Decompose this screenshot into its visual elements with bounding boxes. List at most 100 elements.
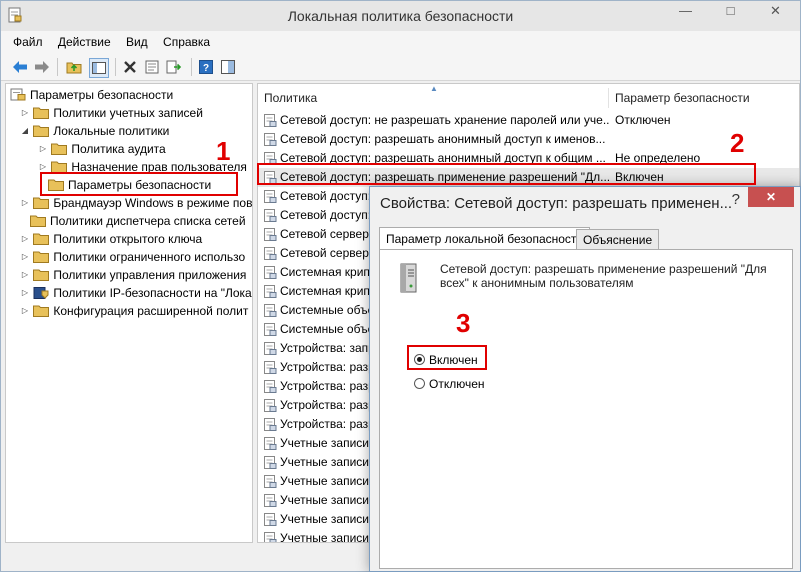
policy-icon xyxy=(264,285,277,298)
column-header-setting[interactable]: Параметр безопасности xyxy=(608,88,768,108)
forward-arrow-icon[interactable] xyxy=(33,58,51,76)
help-icon[interactable]: ? xyxy=(197,58,215,76)
tree-item-audit-policy[interactable]: ▷ Политика аудита xyxy=(38,140,166,158)
policy-icon xyxy=(264,475,277,488)
maximize-button[interactable]: □ xyxy=(708,1,753,23)
security-settings-icon xyxy=(10,88,26,101)
tree-item-label: Политики учетных записей xyxy=(53,106,203,120)
dialog-help-button[interactable]: ? xyxy=(732,191,740,208)
tree-item-public-key[interactable]: ▷ Политики открытого ключа xyxy=(20,230,202,248)
expand-arrow-icon[interactable]: ▷ xyxy=(20,302,30,320)
up-folder-icon[interactable] xyxy=(65,58,83,76)
folder-icon xyxy=(33,233,50,245)
radio-disabled[interactable]: Отключен xyxy=(414,376,485,392)
policy-setting-cell: Отключен xyxy=(615,113,671,127)
sort-arrow-icon: ▲ xyxy=(430,84,438,93)
dialog-close-button[interactable]: ✕ xyxy=(748,187,794,207)
annotation-box-3 xyxy=(407,345,487,370)
expand-arrow-icon[interactable]: ▷ xyxy=(38,140,48,158)
menu-bar: Файл Действие Вид Справка xyxy=(1,31,800,53)
back-arrow-icon[interactable] xyxy=(11,58,29,76)
toolbar-separator xyxy=(191,58,192,76)
tab-panel: Сетевой доступ: разрешать применение раз… xyxy=(379,249,793,569)
table-row[interactable]: Сетевой доступ: не разрешать хранение па… xyxy=(258,111,799,130)
annotation-box-2 xyxy=(257,163,756,185)
policy-icon xyxy=(264,323,277,336)
tree-item-firewall[interactable]: ▷ Брандмауэр Windows в режиме пов xyxy=(20,194,252,212)
tree-item-label: Политики открытого ключа xyxy=(53,232,203,246)
policy-icon xyxy=(264,209,277,222)
policy-description: Сетевой доступ: разрешать применение раз… xyxy=(440,262,767,290)
properties-icon[interactable] xyxy=(143,58,161,76)
folder-icon xyxy=(51,143,68,155)
tree-item-label: Политики диспетчера списка сетей xyxy=(50,214,246,228)
folder-icon xyxy=(33,197,50,209)
expand-arrow-icon[interactable]: ▷ xyxy=(20,230,30,248)
policy-icon xyxy=(264,190,277,203)
export-icon[interactable] xyxy=(165,58,183,76)
menu-view[interactable]: Вид xyxy=(120,31,154,49)
show-tree-icon[interactable] xyxy=(89,58,109,78)
policy-icon xyxy=(264,361,277,374)
tree-item-label: Политики ограниченного использо xyxy=(53,250,246,264)
title-bar: Локальная политика безопасности — □ ✕ xyxy=(1,1,800,31)
minimize-button[interactable]: — xyxy=(663,1,708,23)
table-row[interactable]: Сетевой доступ: разрешать анонимный дост… xyxy=(258,130,799,149)
annotation-number-2: 2 xyxy=(730,128,745,158)
policy-icon xyxy=(264,494,277,507)
folder-icon xyxy=(33,107,50,119)
menu-action[interactable]: Действие xyxy=(52,31,117,49)
radio-unselected-icon xyxy=(414,378,425,390)
policy-icon xyxy=(264,133,277,146)
policy-icon xyxy=(264,456,277,469)
policy-icon xyxy=(264,437,277,450)
collapse-arrow-icon[interactable]: ◢ xyxy=(20,122,30,140)
svg-text:?: ? xyxy=(203,63,209,74)
tree-node-root[interactable]: Параметры безопасности xyxy=(10,86,173,104)
policy-icon xyxy=(264,418,277,431)
policy-icon xyxy=(264,380,277,393)
menu-help[interactable]: Справка xyxy=(157,31,216,49)
tree-item-local-policies[interactable]: ◢ Локальные политики xyxy=(20,122,169,140)
folder-icon xyxy=(30,215,46,227)
policy-icon xyxy=(264,342,277,355)
policy-name-cell: Сетевой доступ: разрешать анонимный дост… xyxy=(280,132,606,146)
expand-arrow-icon[interactable]: ▷ xyxy=(20,266,30,284)
tree-item-account-policies[interactable]: ▷ Политики учетных записей xyxy=(20,104,203,122)
policy-icon xyxy=(264,399,277,412)
tab-local-security-setting[interactable]: Параметр локальной безопасности xyxy=(379,227,591,250)
toolbar-separator xyxy=(57,58,58,76)
pane-icon[interactable] xyxy=(219,58,237,76)
tree-item-network-list[interactable]: Политики диспетчера списка сетей xyxy=(30,212,246,230)
dialog-title: Свойства: Сетевой доступ: разрешать прим… xyxy=(380,195,733,212)
delete-icon[interactable] xyxy=(121,58,139,76)
tab-explain[interactable]: Объяснение xyxy=(576,229,660,250)
expand-arrow-icon[interactable]: ▷ xyxy=(20,248,30,266)
expand-arrow-icon[interactable]: ▷ xyxy=(20,104,30,122)
server-icon xyxy=(400,263,417,293)
expand-arrow-icon[interactable]: ▷ xyxy=(20,284,30,302)
annotation-number-3: 3 xyxy=(456,308,471,338)
annotation-box-1 xyxy=(40,172,238,196)
ipsec-shield-icon xyxy=(33,286,49,299)
policy-icon xyxy=(264,247,277,260)
folder-icon xyxy=(33,251,50,263)
tree-item-label: Конфигурация расширенной полит xyxy=(53,304,249,318)
policy-name-cell: Сетевой доступ: не разрешать хранение па… xyxy=(280,113,610,127)
tree-node-label: Параметры безопасности xyxy=(30,88,174,102)
toolbar-separator xyxy=(115,58,116,76)
tree-item-software-restriction[interactable]: ▷ Политики ограниченного использо xyxy=(20,248,245,266)
tree-item-ipsec[interactable]: ▷ Политики IP-безопасности на "Лока xyxy=(20,284,252,302)
menu-file[interactable]: Файл xyxy=(1,31,49,49)
close-button[interactable]: ✕ xyxy=(753,1,798,23)
folder-icon xyxy=(33,305,50,317)
policy-icon xyxy=(264,513,277,526)
tree-item-label: Брандмауэр Windows в режиме пов xyxy=(53,196,253,210)
tree-item-label: Политика аудита xyxy=(71,142,166,156)
radio-disabled-label: Отключен xyxy=(429,377,485,391)
tree-item-app-control[interactable]: ▷ Политики управления приложения xyxy=(20,266,247,284)
expand-arrow-icon[interactable]: ▷ xyxy=(20,194,30,212)
tree-item-label: Политики управления приложения xyxy=(53,268,247,282)
tree-item-advanced-audit[interactable]: ▷ Конфигурация расширенной полит xyxy=(20,302,248,320)
tree-item-label: Локальные политики xyxy=(53,124,170,138)
